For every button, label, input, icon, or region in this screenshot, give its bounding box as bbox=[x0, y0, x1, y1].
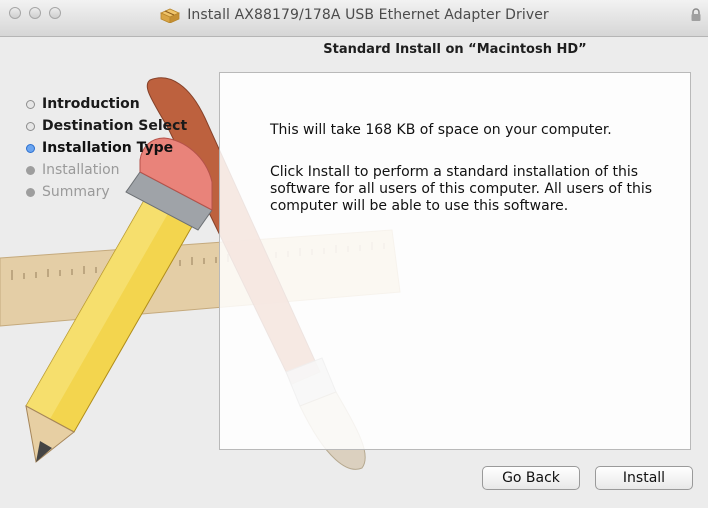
page-subtitle: Standard Install on “Macintosh HD” bbox=[323, 42, 587, 57]
content-panel: This will take 168 KB of space on your c… bbox=[219, 72, 691, 450]
step-summary: Summary bbox=[26, 181, 187, 203]
go-back-button[interactable]: Go Back bbox=[482, 466, 580, 490]
step-label: Installation Type bbox=[42, 140, 174, 156]
step-label: Destination Select bbox=[42, 118, 188, 134]
step-bullet-icon bbox=[26, 122, 35, 131]
step-installation: Installation bbox=[26, 159, 187, 181]
title-bar[interactable]: Install AX88179/178A USB Ethernet Adapte… bbox=[0, 0, 708, 37]
step-label: Introduction bbox=[42, 96, 140, 112]
window-title: Install AX88179/178A USB Ethernet Adapte… bbox=[187, 7, 549, 23]
step-label: Installation bbox=[42, 162, 120, 178]
step-bullet-icon bbox=[26, 166, 35, 175]
installer-package-icon bbox=[160, 8, 181, 23]
step-introduction: Introduction bbox=[26, 93, 187, 115]
step-bullet-icon bbox=[26, 188, 35, 197]
install-button[interactable]: Install bbox=[595, 466, 693, 490]
step-bullet-icon bbox=[26, 144, 35, 153]
install-description-text: Click Install to perform a standard inst… bbox=[270, 164, 653, 214]
step-destination-select: Destination Select bbox=[26, 115, 187, 137]
installer-window: Install AX88179/178A USB Ethernet Adapte… bbox=[0, 0, 708, 508]
lock-icon[interactable] bbox=[690, 8, 702, 22]
window-title-group: Install AX88179/178A USB Ethernet Adapte… bbox=[0, 0, 708, 30]
step-installation-type: Installation Type bbox=[26, 137, 187, 159]
step-label: Summary bbox=[42, 184, 110, 200]
space-required-text: This will take 168 KB of space on your c… bbox=[270, 122, 612, 138]
installer-steps-list: Introduction Destination Select Installa… bbox=[26, 93, 187, 203]
step-bullet-icon bbox=[26, 100, 35, 109]
